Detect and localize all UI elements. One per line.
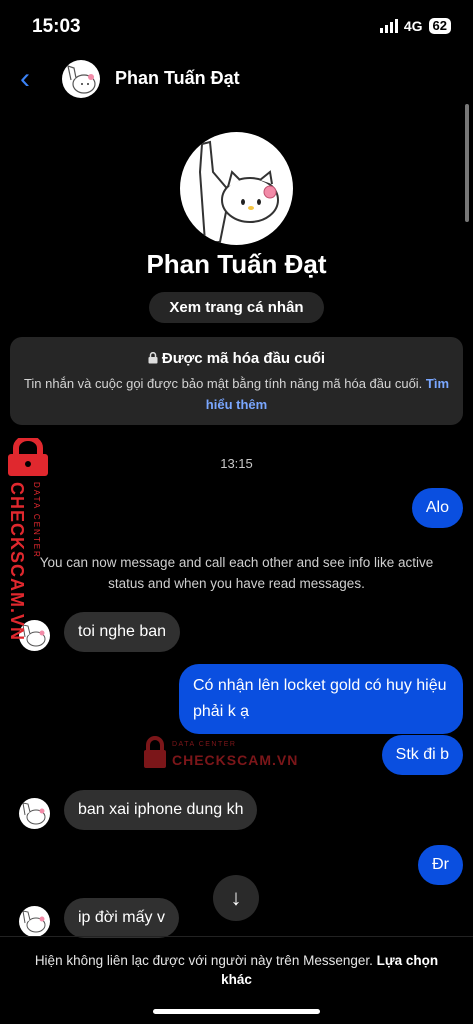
watermark-tagline: DATA CENTER — [172, 741, 237, 748]
contact-avatar[interactable] — [19, 798, 50, 829]
message-bubble-incoming[interactable]: toi nghe ban — [64, 612, 181, 652]
arrow-down-icon: ↓ — [230, 885, 242, 910]
battery-level: 62 — [428, 18, 451, 34]
watermark-brand: CHECKSCAM.VN — [172, 752, 299, 768]
watermark-lock-icon — [8, 435, 48, 476]
message-bubble-incoming[interactable]: ban xai iphone dung kh — [64, 790, 258, 830]
lock-icon — [148, 351, 158, 368]
footer-notice-text: Hiện không liên lạc được với người này t… — [34, 953, 373, 968]
scrollbar[interactable] — [465, 104, 469, 222]
profile-avatar[interactable] — [180, 132, 293, 245]
network-type: 4G — [403, 18, 423, 34]
message-bubble-outgoing[interactable]: Alo — [411, 488, 463, 528]
profile-name: Phan Tuấn Đạt — [146, 249, 327, 279]
chevron-left-icon: ‹ — [20, 62, 30, 95]
watermark-center: DATA CENTER CHECKSCAM.VN — [142, 736, 302, 772]
message-bubble-outgoing[interactable]: Stk đi b — [381, 735, 463, 775]
encryption-title-text: Được mã hóa đầu cuối — [161, 350, 326, 367]
message-bubble-outgoing[interactable]: Có nhận lên locket gold có huy hiệu phải… — [179, 664, 463, 734]
watermark-tagline-vertical: DATA CENTER — [32, 482, 41, 559]
scroll-down-button[interactable]: ↓ — [213, 875, 259, 921]
message-bubble-incoming[interactable]: ip đời mấy v — [64, 898, 179, 938]
encryption-description: Tin nhắn và cuộc gọi được bảo mật bằng t… — [20, 373, 453, 415]
footer-notice: Hiện không liên lạc được với người này t… — [20, 951, 453, 989]
contact-avatar[interactable] — [19, 906, 50, 937]
view-profile-button[interactable]: Xem trang cá nhân — [149, 292, 324, 323]
footer-divider — [0, 936, 473, 937]
home-indicator[interactable] — [153, 1009, 320, 1014]
encryption-description-text: Tin nhắn và cuộc gọi được bảo mật bằng t… — [23, 376, 423, 391]
watermark-lock-icon — [144, 736, 166, 768]
header-avatar[interactable] — [62, 60, 100, 98]
status-indicators: 4G 62 — [379, 18, 451, 34]
watermark-brand-vertical: CHECKSCAM.VN — [7, 482, 27, 642]
header-contact-name[interactable]: Phan Tuấn Đạt — [115, 68, 240, 89]
status-time: 15:03 — [32, 16, 81, 37]
encryption-title: Được mã hóa đầu cuối — [0, 350, 473, 368]
message-bubble-outgoing[interactable]: Đr — [418, 845, 463, 885]
system-message: You can now message and call each other … — [39, 555, 434, 591]
signal-icon — [379, 19, 398, 33]
back-button[interactable]: ‹ — [20, 64, 30, 94]
watermark-vertical: CHECKSCAM.VN DATA CENTER — [4, 435, 52, 658]
chat-timestamp: 13:15 — [220, 456, 253, 471]
